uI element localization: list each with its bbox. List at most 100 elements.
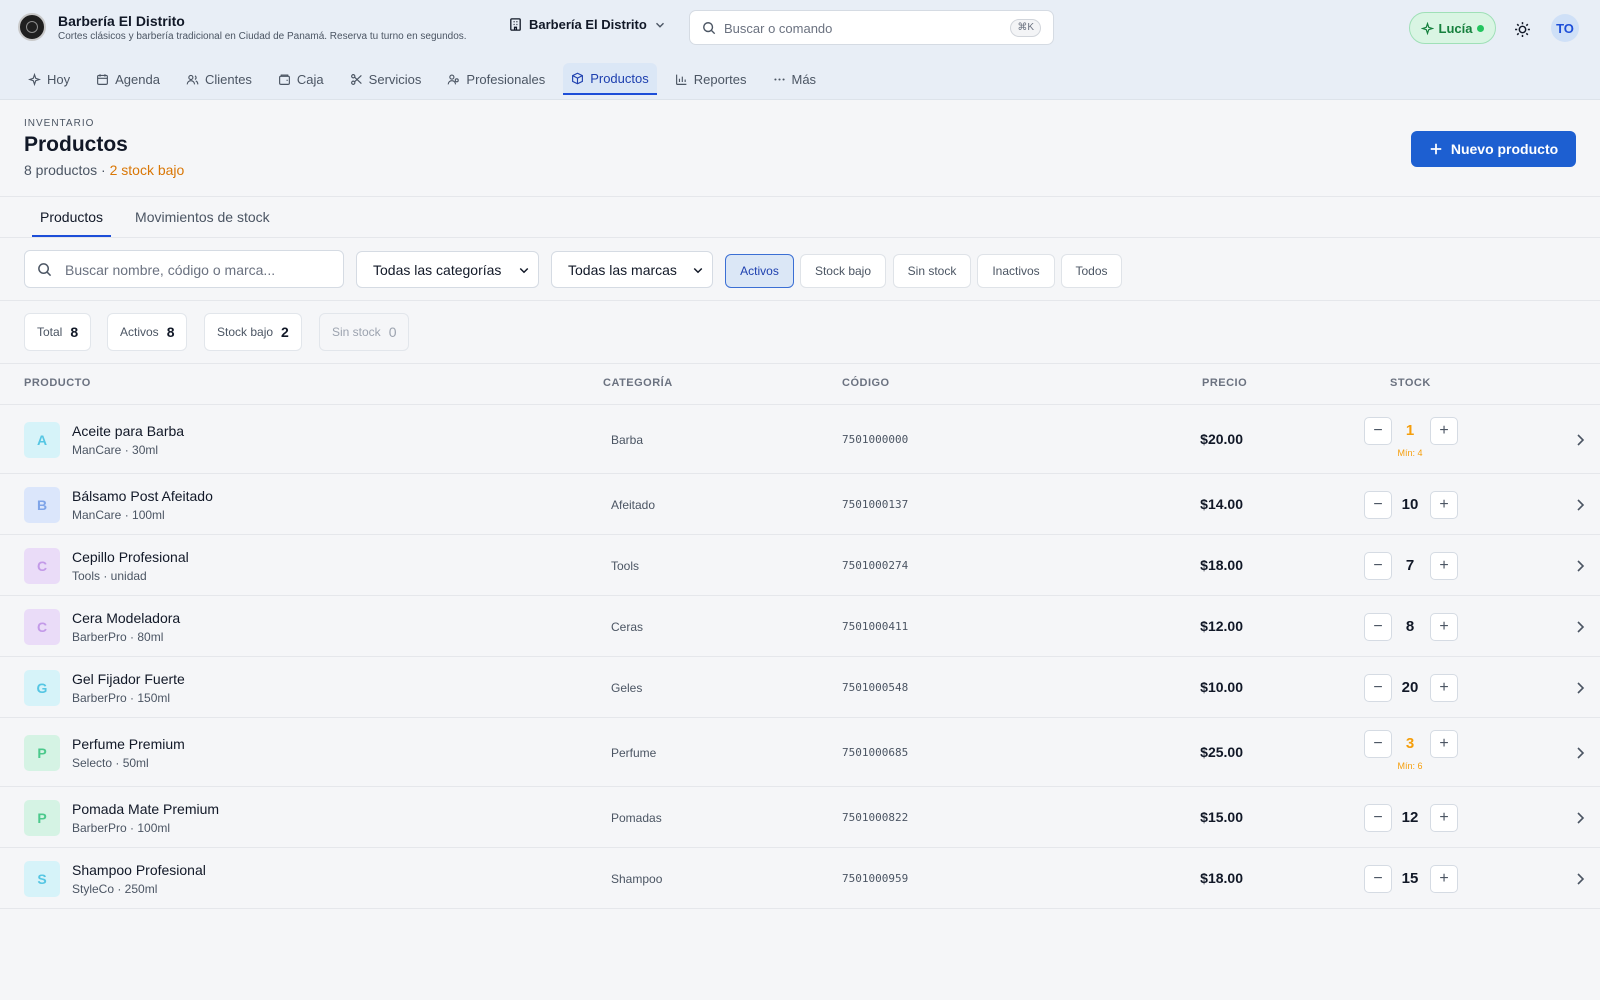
increase-stock-button[interactable]: + xyxy=(1430,864,1458,893)
product-category: Ceras xyxy=(611,619,644,634)
nav-item-productos[interactable]: Productos xyxy=(563,63,657,95)
brand-logo[interactable] xyxy=(18,13,46,41)
new-product-button[interactable]: Nuevo producto xyxy=(1411,131,1576,167)
filter-chip-activos[interactable]: Activos xyxy=(725,254,794,288)
product-code: 7501000685 xyxy=(842,745,909,759)
category-select[interactable]: Todas las categorías xyxy=(356,251,539,288)
filter-chip-sin-stock[interactable]: Sin stock xyxy=(893,254,971,288)
product-code: 7501000137 xyxy=(842,497,909,511)
column-header-codigo: CÓDIGO xyxy=(842,377,890,389)
calendar-icon xyxy=(96,73,109,86)
increase-stock-button[interactable]: + xyxy=(1430,673,1458,702)
nav-item-caja[interactable]: Caja xyxy=(270,63,332,95)
product-price: $10.00 xyxy=(1200,678,1243,695)
nav-item-agenda[interactable]: Agenda xyxy=(88,63,168,95)
nav-item-label: Productos xyxy=(590,70,649,86)
increase-stock-button[interactable]: + xyxy=(1430,612,1458,641)
product-thumbnail: G xyxy=(24,669,60,706)
stat-value: 0 xyxy=(388,324,397,340)
product-category: Barba xyxy=(611,432,644,447)
product-search-input[interactable] xyxy=(65,259,335,281)
tab-movimientos-de-stock[interactable]: Movimientos de stock xyxy=(127,197,278,237)
filter-chip-inactivos[interactable]: Inactivos xyxy=(977,254,1055,288)
nav-item-reportes[interactable]: Reportes xyxy=(667,63,755,95)
increase-stock-button[interactable]: + xyxy=(1430,551,1458,580)
theme-toggle-button[interactable] xyxy=(1510,17,1534,41)
table-row[interactable]: B Bálsamo Post Afeitado ManCare · 100ml Afe… xyxy=(0,474,1600,535)
table-row[interactable]: A Aceite para Barba ManCare · 30ml Barba 750… xyxy=(0,405,1600,474)
table-row[interactable]: C Cera Modeladora BarberPro · 80ml Ceras 750… xyxy=(0,596,1600,657)
user-avatar[interactable]: TO xyxy=(1551,14,1579,42)
product-name: Cepillo Profesional xyxy=(72,548,189,565)
command-search[interactable]: ⌘K xyxy=(689,10,1054,45)
command-search-input[interactable] xyxy=(724,17,994,39)
product-thumbnail: P xyxy=(24,734,60,771)
product-count: 8 productos · xyxy=(24,162,106,178)
product-search[interactable] xyxy=(24,250,344,288)
product-category: Pomadas xyxy=(611,810,662,825)
product-price: $18.00 xyxy=(1200,869,1243,886)
increase-stock-button[interactable]: + xyxy=(1430,417,1458,445)
chevron-right-icon[interactable] xyxy=(1572,619,1588,635)
building-icon xyxy=(508,17,523,32)
assistant-button[interactable]: Lucía xyxy=(1409,12,1496,44)
column-header-categoria: CATEGORÍA xyxy=(603,377,673,389)
increase-stock-button[interactable]: + xyxy=(1430,730,1458,758)
product-meta: ManCare · 30ml xyxy=(72,442,159,457)
product-name: Bálsamo Post Afeitado xyxy=(72,487,213,504)
chevron-right-icon[interactable] xyxy=(1572,497,1588,513)
chevron-right-icon[interactable] xyxy=(1572,745,1588,761)
table-row[interactable]: P Pomada Mate Premium BarberPro · 100ml Pom… xyxy=(0,787,1600,848)
filter-chip-stock-bajo[interactable]: Stock bajo xyxy=(800,254,886,288)
nav-item-hoy[interactable]: Hoy xyxy=(20,63,78,95)
stat-label: Sin stock xyxy=(332,325,381,339)
new-product-label: Nuevo producto xyxy=(1450,141,1559,157)
table-row[interactable]: G Gel Fijador Fuerte BarberPro · 150ml Gele… xyxy=(0,657,1600,718)
product-category: Afeitado xyxy=(611,497,656,512)
product-category: Tools xyxy=(611,558,640,573)
nav-item-label: Clientes xyxy=(204,71,252,87)
chevron-right-icon[interactable] xyxy=(1572,432,1588,448)
chevron-right-icon[interactable] xyxy=(1572,680,1588,696)
top-bar: Barbería El Distrito Cortes clásicos y b… xyxy=(0,0,1600,100)
brand-select-value: Todas las marcas xyxy=(568,261,677,278)
chevron-right-icon[interactable] xyxy=(1572,810,1588,826)
increase-stock-button[interactable]: + xyxy=(1430,803,1458,832)
product-meta: BarberPro · 100ml xyxy=(72,820,171,835)
product-name: Aceite para Barba xyxy=(72,422,185,439)
users-icon xyxy=(186,73,199,86)
page-tabs: Productos Movimientos de stock xyxy=(32,197,294,237)
tab-productos[interactable]: Productos xyxy=(32,197,112,237)
product-thumbnail: A xyxy=(24,421,60,458)
column-header-stock: STOCK xyxy=(1390,377,1431,389)
product-code: 7501000411 xyxy=(842,619,909,633)
nav-item-mas[interactable]: Más xyxy=(765,63,825,95)
chevron-right-icon[interactable] xyxy=(1572,558,1588,574)
chevron-down-icon xyxy=(653,18,667,32)
online-status-dot xyxy=(1477,24,1485,32)
nav-item-profesionales[interactable]: Profesionales xyxy=(439,63,553,95)
product-code: 7501000000 xyxy=(842,432,909,446)
table-row[interactable]: S Shampoo Profesional StyleCo · 250ml Shamp… xyxy=(0,848,1600,909)
increase-stock-button[interactable]: + xyxy=(1430,490,1458,519)
wallet-icon xyxy=(278,73,291,86)
table-row[interactable]: P Perfume Premium Selecto · 50ml Perfume 750… xyxy=(0,718,1600,787)
product-price: $12.00 xyxy=(1200,617,1243,634)
filter-chip-todos[interactable]: Todos xyxy=(1061,254,1122,288)
nav-item-servicios[interactable]: Servicios xyxy=(342,63,430,95)
product-thumbnail: S xyxy=(24,860,60,897)
nav-item-clientes[interactable]: Clientes xyxy=(178,63,260,95)
low-stock-link[interactable]: 2 stock bajo xyxy=(110,162,185,178)
product-meta: BarberPro · 80ml xyxy=(72,629,164,644)
brand-select[interactable]: Todas las marcas xyxy=(551,251,713,288)
chevron-right-icon[interactable] xyxy=(1572,871,1588,887)
column-header-producto: PRODUCTO xyxy=(24,377,91,389)
table-row[interactable]: C Cepillo Profesional Tools · unidad Tools 7… xyxy=(0,535,1600,596)
product-code: 7501000959 xyxy=(842,871,909,885)
assistant-label: Lucía xyxy=(1438,20,1473,36)
business-switcher[interactable]: Barbería El Distrito xyxy=(508,17,667,32)
divider xyxy=(0,363,1600,364)
stat-value: 8 xyxy=(70,324,79,340)
stat-value: 8 xyxy=(166,324,175,340)
product-name: Cera Modeladora xyxy=(72,609,181,626)
